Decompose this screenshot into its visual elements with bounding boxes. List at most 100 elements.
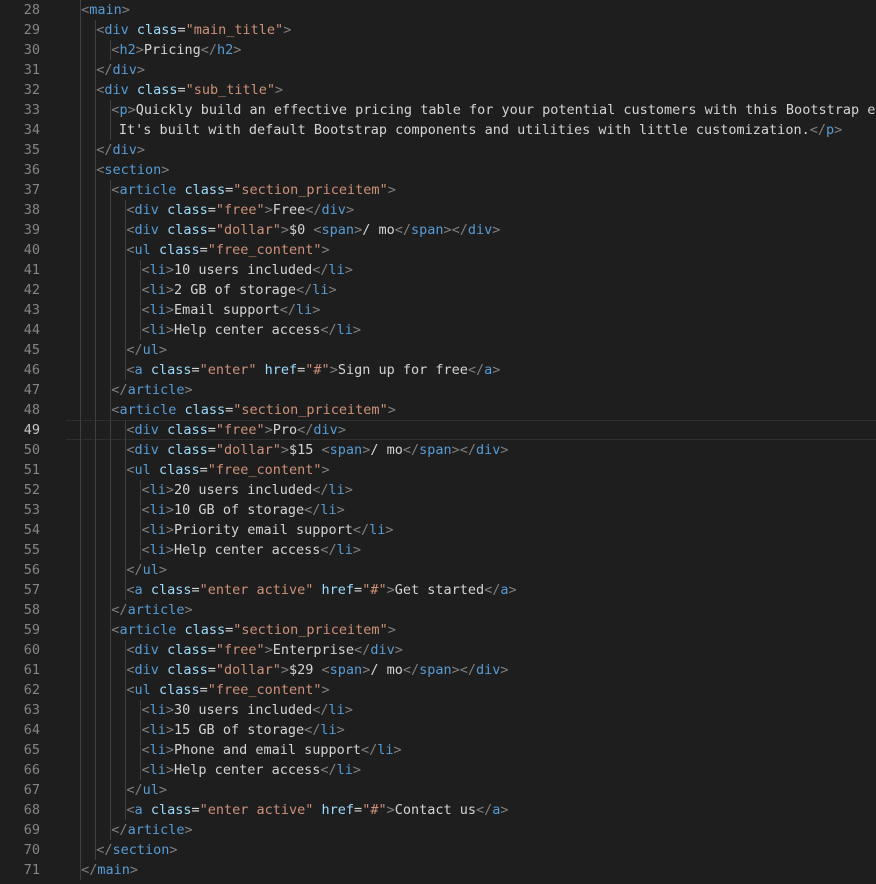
- code-line[interactable]: 46 <a class="enter" href="#">Sign up for …: [0, 360, 876, 380]
- token-punc: <: [126, 802, 135, 818]
- token-str: "free_content": [207, 682, 322, 698]
- code-line[interactable]: 54 <li>Priority email support</li>: [0, 520, 876, 540]
- code-line[interactable]: 70 </section>: [0, 840, 876, 860]
- code-line[interactable]: 30 <h2>Pricing</h2>: [0, 40, 876, 60]
- code-line[interactable]: 64 <li>15 GB of storage</li>: [0, 720, 876, 740]
- token-punc: </: [354, 642, 371, 658]
- indent-guide: [80, 180, 81, 200]
- code-line[interactable]: 32 <div class="sub_title">: [0, 80, 876, 100]
- indent-guide: [125, 300, 127, 320]
- code-text: </ul>: [126, 560, 167, 580]
- token-tag: div: [321, 202, 346, 218]
- code-line[interactable]: 61 <div class="dollar">$29 <span>/ mo</sp…: [0, 660, 876, 680]
- token-punc: >: [280, 222, 290, 238]
- code-line[interactable]: 47 </article>: [0, 380, 876, 400]
- code-editor[interactable]: 28 <main> 29 <div class="main_title"> 30 <h2>…: [0, 0, 876, 884]
- token-punc: </: [312, 482, 329, 498]
- indent-guide: [80, 720, 81, 740]
- code-line[interactable]: 53 <li>10 GB of storage</li>: [0, 500, 876, 520]
- code-line[interactable]: 69 </article>: [0, 820, 876, 840]
- code-line[interactable]: 38 <div class="free">Free</div>: [0, 200, 876, 220]
- token-tag: h2: [119, 42, 136, 58]
- line-number: 40: [23, 242, 40, 258]
- token-punc: >: [127, 102, 136, 118]
- line-number: 42: [23, 282, 40, 298]
- indent-guide: [110, 360, 112, 380]
- token-punc: >: [169, 842, 178, 858]
- token-punc: >: [283, 22, 292, 38]
- code-line[interactable]: 29 <div class="main_title">: [0, 20, 876, 40]
- code-line[interactable]: 71 </main>: [0, 860, 876, 880]
- code-line[interactable]: 52 <li>20 users included</li>: [0, 480, 876, 500]
- code-line[interactable]: 56 </ul>: [0, 560, 876, 580]
- token-str: "main_title": [185, 22, 284, 38]
- code-line[interactable]: 63 <li>30 users included</li>: [0, 700, 876, 720]
- indent-guide: [110, 540, 112, 560]
- token-punc: >: [165, 322, 175, 338]
- code-line[interactable]: 48 <article class="section_priceitem">: [0, 400, 876, 420]
- token-attr: class: [150, 802, 192, 818]
- code-text: <h2>Pricing</h2>: [111, 40, 241, 60]
- code-line[interactable]: 55 <li>Help center access</li>: [0, 540, 876, 560]
- token-punc: >: [352, 542, 362, 558]
- token-str: "free": [215, 422, 265, 438]
- code-line[interactable]: 62 <ul class="free_content">: [0, 680, 876, 700]
- token-str: "#": [362, 802, 387, 818]
- token-punc: </: [96, 62, 113, 78]
- code-line[interactable]: 37 <article class="section_priceitem">: [0, 180, 876, 200]
- code-line[interactable]: 58 </article>: [0, 600, 876, 620]
- token-punc: >: [344, 702, 353, 718]
- code-line[interactable]: 43 <li>Email support</li>: [0, 300, 876, 320]
- indent-guide: [95, 280, 97, 300]
- indent-guide: [110, 740, 112, 760]
- code-line[interactable]: 33 <p>Quickly build an effective pricing …: [0, 100, 876, 120]
- indent-guide: [110, 780, 112, 800]
- indent-guide: [80, 100, 81, 120]
- code-line[interactable]: 68 <a class="enter active" href="#">Conta…: [0, 800, 876, 820]
- token-punc: >: [834, 122, 843, 138]
- code-line[interactable]: 44 <li>Help center access</li>: [0, 320, 876, 340]
- code-line[interactable]: 65 <li>Phone and email support</li>: [0, 740, 876, 760]
- code-line[interactable]: 59 <article class="section_priceitem">: [0, 620, 876, 640]
- token-tag: li: [320, 502, 337, 518]
- code-line[interactable]: 57 <a class="enter active" href="#">Get s…: [0, 580, 876, 600]
- code-text: <li>Email support</li>: [142, 300, 321, 320]
- token-punc: >: [264, 202, 273, 218]
- code-line[interactable]: 28 <main>: [0, 0, 876, 20]
- indent-guide: [80, 80, 81, 100]
- token-punc: >: [344, 262, 353, 278]
- indent-guide: [110, 280, 112, 300]
- code-line[interactable]: 41 <li>10 users included</li>: [0, 260, 876, 280]
- code-line[interactable]: 45 </ul>: [0, 340, 876, 360]
- indent-guide: [110, 720, 112, 740]
- code-line[interactable]: 34 It's built with default Bootstrap comp…: [0, 120, 876, 140]
- token-tag: ul: [142, 342, 159, 358]
- token-punc: >: [508, 582, 517, 598]
- token-tag: h2: [217, 42, 234, 58]
- token-str: "free_content": [207, 242, 322, 258]
- code-line[interactable]: 51 <ul class="free_content">: [0, 460, 876, 480]
- token-eq: =: [207, 662, 216, 678]
- code-line[interactable]: 50 <div class="dollar">$15 <span>/ mo</sp…: [0, 440, 876, 460]
- code-line[interactable]: 42 <li>2 GB of storage</li>: [0, 280, 876, 300]
- code-line[interactable]: 40 <ul class="free_content">: [0, 240, 876, 260]
- line-number: 64: [23, 722, 40, 738]
- token-tag: ul: [134, 682, 151, 698]
- code-line[interactable]: 60 <div class="free">Enterprise</div>: [0, 640, 876, 660]
- token-punc: <: [126, 642, 135, 658]
- line-number: 46: [23, 362, 40, 378]
- code-line[interactable]: 31 </div>: [0, 60, 876, 80]
- code-line[interactable]: 35 </div>: [0, 140, 876, 160]
- code-line[interactable]: 66 <li>Help center access</li>: [0, 760, 876, 780]
- indent-guide: [80, 320, 81, 340]
- code-line[interactable]: 36 <section>: [0, 160, 876, 180]
- code-line[interactable]: 49 <div class="free">Pro</div>: [0, 420, 876, 440]
- code-line[interactable]: 67 </ul>: [0, 780, 876, 800]
- indent-guide: [80, 660, 81, 680]
- code-line[interactable]: 39 <div class="dollar">$0 <span>/ mo</spa…: [0, 220, 876, 240]
- token-punc: </: [111, 822, 128, 838]
